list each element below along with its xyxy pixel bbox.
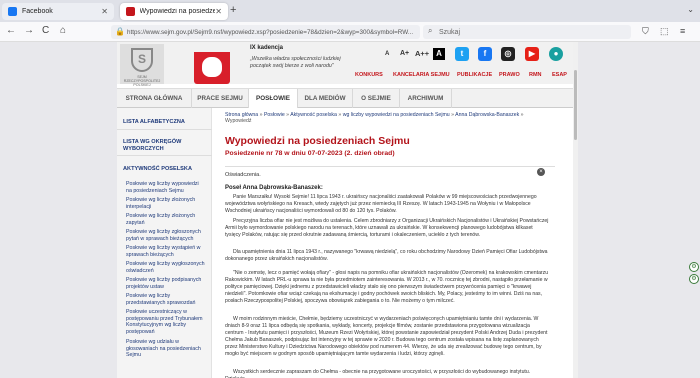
new-tab-button[interactable]: +: [230, 4, 236, 16]
sidebar-link-projekty[interactable]: Posłowie wg liczby podpisanych projektów…: [126, 277, 206, 290]
nav-strona-glowna[interactable]: STRONA GŁÓWNA: [117, 89, 192, 108]
header-quote: „Wszelka władza społeczności ludzkiej po…: [250, 56, 341, 69]
twitter-icon[interactable]: t: [455, 47, 469, 61]
breadcrumb-item[interactable]: Strona główna: [225, 112, 258, 118]
accessibility-icon[interactable]: ⚙: [689, 262, 699, 272]
menu-icon[interactable]: ≡: [680, 26, 685, 36]
tab-label: Wypowiedzi na posiedzeniach: [139, 8, 216, 15]
shield-icon[interactable]: ⛉: [642, 26, 649, 37]
browser-nav-bar: ← → C ⌂ 🔒 https://www.sejm.gov.pl/Sejm9.…: [0, 22, 700, 42]
back-icon[interactable]: ←: [6, 25, 16, 36]
speaker-name: Poseł Anna Dąbrowska-Banaszek:: [225, 185, 323, 191]
sidebar-link-pytania[interactable]: Posłowie wg liczby zgłoszonych pytań w s…: [126, 229, 206, 242]
facebook-icon[interactable]: f: [478, 47, 492, 61]
lock-icon: 🔒: [115, 27, 125, 36]
link-rmn[interactable]: RMN: [529, 72, 542, 78]
link-konkurs[interactable]: KONKURS: [355, 72, 383, 78]
search-icon: ⌕: [428, 26, 433, 35]
page-subtitle: Posiedzenie nr 78 w dniu 07-07-2023 (2. …: [225, 150, 395, 157]
nav-archiwum[interactable]: ARCHIWUM: [400, 89, 452, 108]
close-icon[interactable]: ×: [537, 168, 545, 176]
tab-list-chevron-icon[interactable]: ⌄: [687, 5, 694, 14]
polish-eagle-emblem: [194, 52, 230, 84]
nav-o-sejmie[interactable]: O SEJMIE: [353, 89, 400, 108]
speech-paragraph: Precyzyjna liczba ofiar nie jest możliwa…: [225, 218, 549, 238]
sidebar-link-wypowiedzi[interactable]: Posłowie wg liczby wypowiedzi na posiedz…: [126, 181, 206, 194]
speech-paragraph: W moim rodzinnym mieście, Chełmie, będzi…: [225, 316, 548, 357]
sidebar-link-oswiadczenia[interactable]: Posłowie wg liczby wygłoszonych oświadcz…: [126, 261, 206, 274]
logo-caption: SEJM RZECZYPOSPOLITEJ POLSKIEJ: [123, 75, 161, 87]
speech-paragraph: "Nie o zemstę, lecz o pamięć wołają ofia…: [225, 270, 549, 304]
youtube-icon[interactable]: ▶: [525, 47, 539, 61]
sidebar-toggle-icon[interactable]: ⚙: [689, 274, 699, 284]
link-publikacje[interactable]: PUBLIKACJE: [457, 72, 492, 78]
url-text: https://www.sejm.gov.pl/Sejm9.nsf/wypowi…: [127, 28, 414, 36]
sidebar-link-zapytania[interactable]: Posłowie wg liczby złożonych zapytań: [126, 213, 206, 226]
sejm-favicon-icon: [126, 7, 135, 16]
breadcrumb-current: Wypowiedź: [225, 118, 252, 125]
page-title: Wypowiedzi na posiedzeniach Sejmu: [225, 135, 410, 147]
sidebar-link-sprawozdania[interactable]: Posłowie wg liczby przedstawianych spraw…: [126, 293, 206, 306]
speech-paragraph: Dla upamiętnienia dnia 11 lipca 1943 r.,…: [225, 249, 548, 262]
web-page: S SEJM RZECZYPOSPOLITEJ POLSKIEJ IX kade…: [117, 42, 573, 378]
sejm-app-icon[interactable]: ●: [549, 47, 563, 61]
nav-dla-mediow[interactable]: DLA MEDIÓW: [298, 89, 353, 108]
nav-prace-sejmu[interactable]: PRACE SEJMU: [192, 89, 249, 108]
breadcrumb-item[interactable]: Anna Dąbrowska-Banaszek: [455, 112, 519, 118]
sidebar-lista-alfabetyczna[interactable]: LISTA ALFABETYCZNA: [117, 116, 212, 130]
home-icon[interactable]: ⌂: [60, 25, 66, 36]
sidebar: LISTA ALFABETYCZNA LISTA WG OKRĘGÓW WYBO…: [117, 108, 212, 378]
sejm-emblem-icon: S: [131, 48, 153, 72]
tab-wypowiedzi[interactable]: Wypowiedzi na posiedzeniach ✕: [120, 3, 228, 20]
browser-tab-bar: Facebook ✕ Wypowiedzi na posiedzeniach ✕…: [0, 0, 700, 22]
font-large-button[interactable]: A++: [415, 49, 429, 58]
main-content: Strona główna » Posłowie » Aktywność pos…: [217, 108, 569, 378]
main-nav: STRONA GŁÓWNA PRACE SEJMU POSŁOWIE DLA M…: [117, 88, 573, 108]
extensions-icon[interactable]: ⬚: [660, 26, 669, 37]
contrast-button[interactable]: A: [433, 48, 445, 60]
tab-facebook[interactable]: Facebook ✕: [2, 3, 114, 20]
statement-type: Oświadczenia.: [225, 172, 261, 178]
sejm-logo[interactable]: S SEJM RZECZYPOSPOLITEJ POLSKIEJ: [120, 44, 164, 87]
search-placeholder: Szukaj: [439, 28, 461, 36]
sidebar-lista-okregow[interactable]: LISTA WG OKRĘGÓW WYBORCZYCH: [117, 136, 212, 156]
site-header: S SEJM RZECZYPOSPOLITEJ POLSKIEJ IX kade…: [117, 42, 573, 87]
instagram-icon[interactable]: ◎: [501, 47, 515, 61]
link-kancelaria[interactable]: KANCELARIA SEJMU: [393, 72, 450, 78]
link-prawo[interactable]: PRAWO: [499, 72, 520, 78]
url-bar[interactable]: 🔒 https://www.sejm.gov.pl/Sejm9.nsf/wypo…: [111, 25, 420, 39]
close-tab-icon[interactable]: ✕: [101, 7, 108, 16]
speech-paragraph: Panie Marszałku! Wysoki Sejmie! 11 lipca…: [225, 194, 537, 214]
breadcrumb: Strona główna » Posłowie » Aktywność pos…: [225, 112, 524, 125]
breadcrumb-item[interactable]: wg liczby wypowiedzi na posiedzeniach Se…: [343, 112, 450, 118]
sidebar-link-trybunal[interactable]: Posłowie uczestniczący w postępowaniu pr…: [126, 309, 206, 335]
kadencja-label: IX kadencja: [250, 45, 284, 51]
sidebar-aktywnosc-poselska[interactable]: AKTYWNOŚĆ POSELSKA: [117, 164, 212, 176]
sidebar-link-wystapienia[interactable]: Posłowie wg liczby wystąpień w sprawach …: [126, 245, 206, 258]
sidebar-link-glosowania[interactable]: Posłowie wg udziału w głosowaniach na po…: [126, 339, 206, 359]
close-tab-icon[interactable]: ✕: [215, 7, 222, 16]
scrollbar-thumb[interactable]: [574, 70, 577, 140]
sidebar-link-interpelacje[interactable]: Posłowie wg liczby złożonych interpelacj…: [126, 197, 206, 210]
breadcrumb-item[interactable]: Aktywność poselska: [290, 112, 337, 118]
forward-icon[interactable]: →: [24, 25, 34, 36]
nav-poslowie[interactable]: POSŁOWIE: [249, 89, 298, 108]
speech-paragraph: Wszystkich serdecznie zapraszam do Chełm…: [225, 369, 531, 378]
search-input[interactable]: ⌕ Szukaj: [423, 25, 631, 39]
font-medium-button[interactable]: A+: [400, 50, 409, 57]
reload-icon[interactable]: C: [42, 25, 49, 36]
divider: [225, 166, 555, 167]
breadcrumb-item[interactable]: Posłowie: [264, 112, 285, 118]
facebook-favicon-icon: [8, 7, 17, 16]
link-esap[interactable]: ESAP: [552, 72, 567, 78]
eagle-icon: [202, 57, 222, 77]
tab-label: Facebook: [22, 8, 53, 15]
font-small-button[interactable]: A: [385, 51, 389, 57]
